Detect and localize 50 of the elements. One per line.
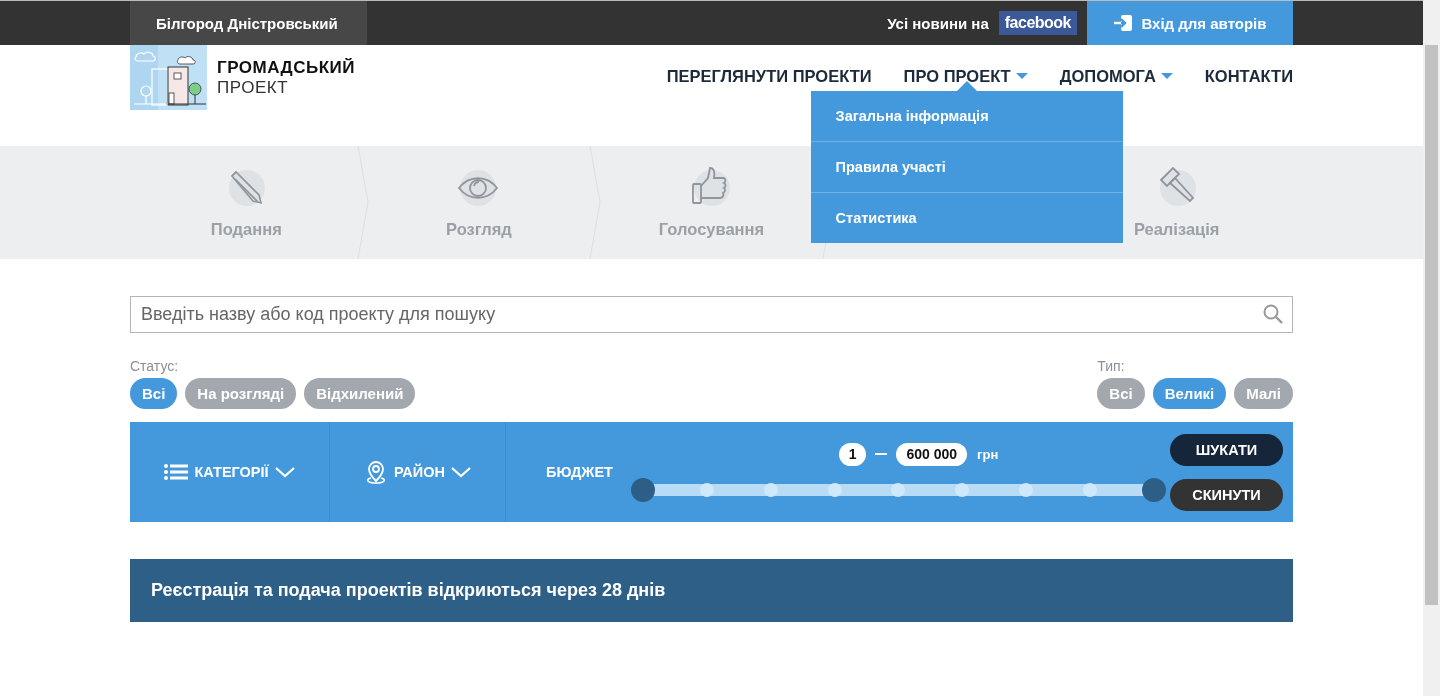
slider-tick (955, 482, 970, 497)
news-label: Усі новини на (887, 14, 989, 32)
step-label: Подання (210, 220, 282, 239)
budget-min-value: 1 (838, 442, 867, 466)
search-button[interactable]: ШУКАТИ (1170, 433, 1283, 466)
step-label: Реалізація (1133, 220, 1220, 239)
filter-chip[interactable]: Відхилений (304, 378, 416, 409)
step-label: Голосування (658, 220, 765, 239)
login-button[interactable]: Вхід для авторів (1087, 1, 1293, 45)
budget-label: БЮДЖЕТ (546, 464, 613, 480)
nav-link[interactable]: КОНТАКТИ (1204, 66, 1293, 86)
categories-dropdown[interactable]: КАТЕГОРІЇ (130, 422, 330, 522)
budget-slider[interactable] (631, 477, 1166, 502)
search-field[interactable]: Введіть назву або код проекту для пошуку (130, 296, 1293, 333)
slider-tick (827, 482, 842, 497)
filter-chip[interactable]: На розгляді (185, 378, 297, 409)
type-label: Тип: (1097, 358, 1126, 374)
facebook-link[interactable]: facebook (998, 11, 1077, 35)
step-label: Розгляд (446, 220, 512, 239)
search-icon (1263, 304, 1283, 324)
registration-banner: Реєстрація та подача проектів відкриються через 28 днів (130, 559, 1293, 622)
logo-subtitle: ПРОЕКТ (217, 77, 290, 98)
nav-link[interactable]: ПРО ПРОЕКТ (903, 66, 1028, 86)
filter-chip[interactable]: Всі (1097, 378, 1145, 409)
filter-chip[interactable]: Малі (1234, 378, 1293, 409)
slider-handle[interactable] (631, 477, 655, 502)
slider-tick (891, 482, 906, 497)
menu-item[interactable]: Загальна інформація (810, 91, 1123, 142)
budget-max-value: 600 000 (896, 442, 968, 466)
currency-label: грн (977, 446, 999, 462)
list-icon (164, 464, 189, 480)
district-dropdown[interactable]: РАЙОН (330, 422, 506, 522)
sign-in-icon (1113, 14, 1134, 32)
menu-item[interactable]: Статистика (810, 193, 1123, 243)
chevron-icon (451, 466, 471, 478)
reset-button[interactable]: СКИНУТИ (1170, 478, 1283, 511)
slider-tick (1019, 482, 1034, 497)
chevron-icon (274, 466, 295, 478)
status-label: Статус: (130, 358, 180, 374)
slider-tick (763, 482, 778, 497)
slider-tick (699, 482, 714, 497)
nav-link[interactable]: ДОПОМОГА (1059, 66, 1173, 86)
filter-chip[interactable]: Великі (1152, 378, 1227, 409)
scrollbar-thumb[interactable] (1425, 45, 1438, 605)
slider-tick (1083, 482, 1098, 497)
nav-link[interactable]: ПЕРЕГЛЯНУТИ ПРОЕКТИ (666, 66, 872, 86)
filter-chip[interactable]: Всі (130, 378, 178, 409)
logo-title: ГРОМАДСЬКИЙ (217, 57, 355, 78)
slider-handle[interactable] (1142, 477, 1166, 502)
city-selector[interactable]: Білгород Дністровський (130, 1, 367, 45)
